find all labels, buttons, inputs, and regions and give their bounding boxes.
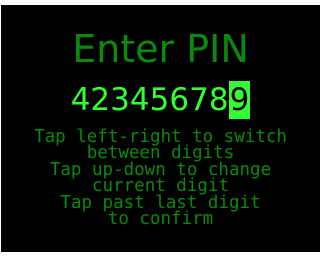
- pin-display[interactable]: 423456789: [1, 81, 320, 119]
- instruction-line: to confirm: [107, 209, 214, 230]
- pin-digit[interactable]: 5: [150, 81, 170, 119]
- pin-digit[interactable]: 8: [209, 81, 229, 119]
- instructions-text: Tap left-right to switch between digits …: [1, 128, 320, 230]
- pin-entry-screen[interactable]: Enter PIN 423456789 Tap left-right to sw…: [0, 0, 321, 258]
- pin-digit[interactable]: 9: [228, 81, 251, 119]
- pin-digit[interactable]: 7: [189, 81, 209, 119]
- pin-digit[interactable]: 2: [90, 81, 110, 119]
- pin-digit[interactable]: 3: [110, 81, 130, 119]
- pin-digit[interactable]: 4: [71, 81, 91, 119]
- pin-digit[interactable]: 6: [169, 81, 189, 119]
- pin-digit[interactable]: 4: [130, 81, 150, 119]
- page-title: Enter PIN: [72, 27, 249, 71]
